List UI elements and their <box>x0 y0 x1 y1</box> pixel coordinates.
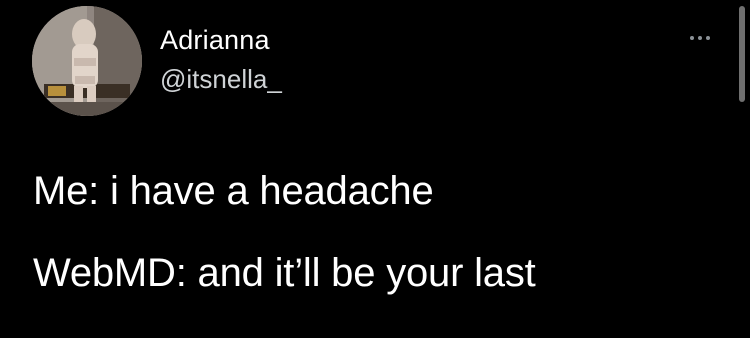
display-name[interactable]: Adrianna <box>160 24 282 56</box>
tweet-card: Adrianna @itsnella_ Me: i have a headach… <box>0 0 750 338</box>
tweet-text-line-2: WebMD: and it’ll be your last <box>33 251 536 295</box>
user-handle[interactable]: @itsnella_ <box>160 64 282 94</box>
ellipsis-icon <box>690 36 710 40</box>
avatar-photo <box>32 6 142 116</box>
scrollbar[interactable] <box>739 6 745 102</box>
avatar[interactable] <box>32 6 142 116</box>
more-options-button[interactable] <box>680 28 720 48</box>
author-info: Adrianna @itsnella_ <box>160 24 282 94</box>
tweet-text-line-1: Me: i have a headache <box>33 169 434 213</box>
